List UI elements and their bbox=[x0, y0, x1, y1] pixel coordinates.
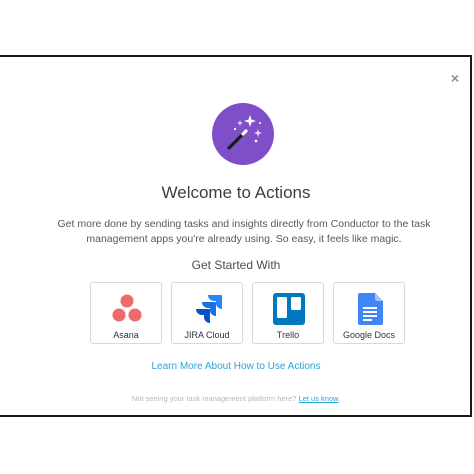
welcome-modal: × Welcome to Actions Get more done by se… bbox=[0, 55, 472, 417]
google-docs-label: Google Docs bbox=[342, 330, 396, 340]
jira-cloud-label: JIRA Cloud bbox=[184, 330, 230, 340]
close-icon[interactable]: × bbox=[448, 71, 462, 85]
get-started-heading: Get Started With bbox=[191, 258, 281, 272]
google-docs-logo-icon bbox=[353, 292, 387, 326]
jira-cloud-button[interactable]: JIRA Cloud bbox=[171, 282, 243, 344]
modal-description: Get more done by sending tasks and insig… bbox=[57, 218, 431, 245]
google-docs-button[interactable]: Google Docs bbox=[333, 282, 405, 344]
asana-label: Asana bbox=[113, 330, 139, 340]
magic-wand-icon bbox=[212, 103, 274, 165]
trello-label: Trello bbox=[276, 330, 300, 340]
footer-note: Not seeing your task management platform… bbox=[0, 394, 472, 403]
let-us-know-link[interactable]: Let us know bbox=[299, 394, 339, 403]
trello-logo-icon bbox=[272, 292, 306, 326]
modal-title: Welcome to Actions bbox=[161, 183, 311, 202]
asana-logo-icon bbox=[110, 292, 144, 326]
asana-button[interactable]: Asana bbox=[90, 282, 162, 344]
jira-logo-icon bbox=[191, 292, 225, 326]
learn-more-link[interactable]: Learn More About How to Use Actions bbox=[0, 361, 472, 372]
page: × Welcome to Actions Get more done by se… bbox=[0, 0, 474, 474]
app-options: Asana JIRA Cloud Trello Google Docs bbox=[90, 282, 406, 346]
trello-button[interactable]: Trello bbox=[252, 282, 324, 344]
footer-end: . bbox=[338, 394, 341, 403]
footer-text: Not seeing your task management platform… bbox=[131, 394, 297, 403]
